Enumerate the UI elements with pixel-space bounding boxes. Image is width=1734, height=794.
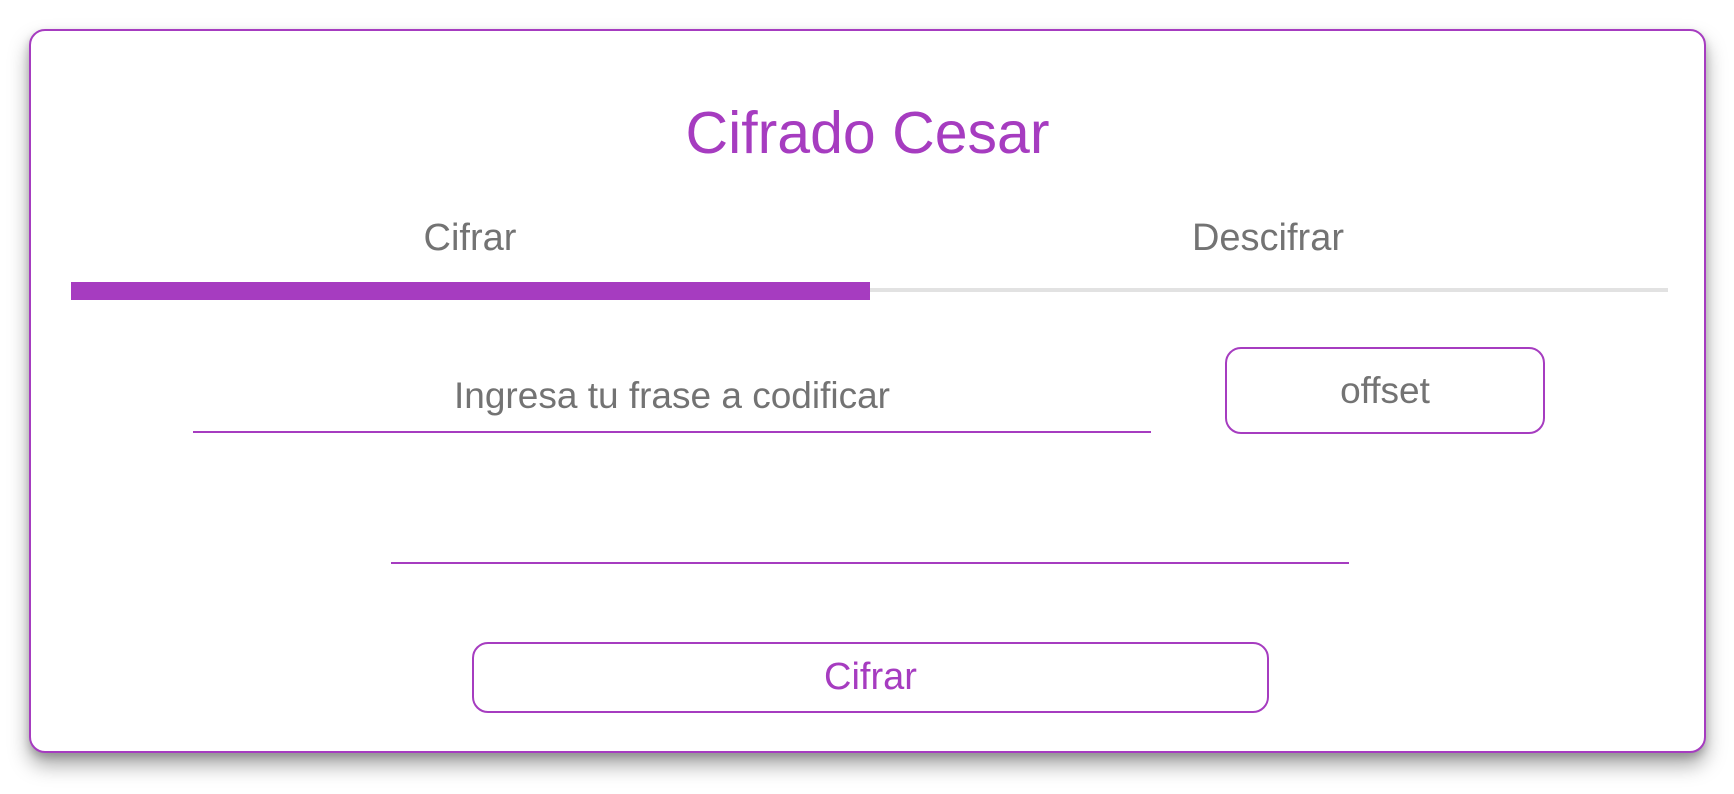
cifrar-button[interactable]: Cifrar: [472, 642, 1269, 713]
tab-bar: Cifrar Descifrar: [71, 208, 1668, 300]
active-tab-indicator: [71, 282, 870, 300]
offset-input[interactable]: [1225, 347, 1545, 434]
result-field[interactable]: [391, 501, 1349, 564]
cipher-card: Cifrado Cesar Cifrar Descifrar Cifrar: [29, 29, 1706, 753]
page-title: Cifrado Cesar: [685, 100, 1050, 166]
phrase-input[interactable]: [193, 361, 1151, 433]
tab-cifrar[interactable]: Cifrar: [71, 208, 869, 268]
tab-descifrar[interactable]: Descifrar: [869, 208, 1667, 268]
